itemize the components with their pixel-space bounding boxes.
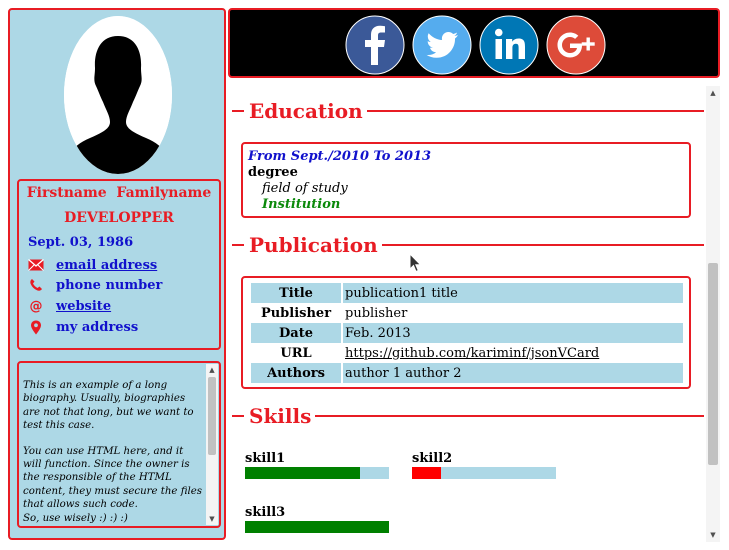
heading-dash <box>232 415 244 417</box>
skill-level-fill <box>245 467 361 479</box>
pub-value: author 1 author 2 <box>343 363 683 383</box>
scroll-thumb[interactable] <box>708 263 718 465</box>
skill-name: skill2 <box>412 451 453 466</box>
profile-sidebar: Firstname Familyname DEVELOPPER Sept. 03… <box>8 8 226 540</box>
skills-heading: Skills <box>232 403 704 429</box>
pub-key: Title <box>251 283 341 303</box>
phone-row[interactable]: phone number <box>28 276 162 294</box>
section-title: Skills <box>249 404 312 428</box>
skill-item: skill1 <box>245 451 391 483</box>
pub-key: Date <box>251 323 341 343</box>
education-heading: Education <box>232 98 704 124</box>
scroll-up-arrow-icon[interactable]: ▲ <box>206 364 218 376</box>
website-row[interactable]: @ website <box>28 297 112 315</box>
skill-name: skill3 <box>245 505 286 520</box>
bio-paragraph: You can use HTML here, and it will funct… <box>23 445 203 511</box>
skill-bar <box>245 521 389 533</box>
table-row: Title publication1 title <box>251 283 683 303</box>
skill-item: skill2 <box>412 451 558 483</box>
table-row: Publisher publisher <box>251 303 683 323</box>
skill-name: skill1 <box>245 451 286 466</box>
heading-rule <box>381 244 704 246</box>
pub-value: https://github.com/kariminf/jsonVCard <box>343 343 683 363</box>
education-degree: degree <box>248 165 298 180</box>
job-title: DEVELOPPER <box>64 210 174 226</box>
pub-key: URL <box>280 345 312 361</box>
address-row[interactable]: my address <box>28 318 138 336</box>
bio-scrollbar[interactable]: ▲ ▼ <box>206 364 218 525</box>
scroll-thumb[interactable] <box>208 377 216 455</box>
education-period: From Sept./2010 To 2013 <box>248 149 432 164</box>
publication-card: Title publication1 title Publisher publi… <box>241 276 691 389</box>
heading-rule <box>366 110 704 112</box>
twitter-button[interactable] <box>412 15 472 75</box>
avatar <box>64 16 172 174</box>
pub-key: Publisher <box>260 305 332 321</box>
pub-value: publisher <box>345 305 408 321</box>
email-link[interactable]: email address <box>56 258 157 273</box>
skill-level-fill <box>245 521 389 533</box>
main-scrollbar[interactable]: ▲ ▼ <box>706 86 720 542</box>
publication-url-link[interactable]: https://github.com/kariminf/jsonVCard <box>345 346 599 361</box>
section-title: Education <box>249 99 363 123</box>
biography-box[interactable]: This is an example of a long biography. … <box>17 361 221 528</box>
pub-value: Feb. 2013 <box>343 323 683 343</box>
scroll-up-arrow-icon[interactable]: ▲ <box>706 86 720 100</box>
mouse-cursor-icon <box>409 253 422 273</box>
email-row[interactable]: email address <box>28 256 157 274</box>
bio-paragraph: So, use wisely :) :) :) <box>23 512 128 524</box>
skill-bar <box>245 467 389 479</box>
heading-rule <box>315 415 704 417</box>
education-institution: Institution <box>262 197 341 212</box>
twitter-icon <box>412 15 472 75</box>
social-bar <box>228 8 720 78</box>
map-pin-icon <box>28 319 44 335</box>
scroll-down-arrow-icon[interactable]: ▼ <box>706 528 720 542</box>
table-row: URL https://github.com/kariminf/jsonVCar… <box>251 343 683 363</box>
contact-card: Firstname Familyname DEVELOPPER Sept. 03… <box>17 179 221 350</box>
at-sign-icon: @ <box>29 298 43 314</box>
phone-icon <box>28 277 44 293</box>
biography-text: This is an example of a long biography. … <box>23 369 203 526</box>
full-name: Firstname Familyname <box>26 185 212 201</box>
google-plus-icon <box>546 15 606 75</box>
pub-key: Authors <box>251 363 341 383</box>
linkedin-icon <box>479 15 539 75</box>
birth-date: Sept. 03, 1986 <box>28 235 134 250</box>
scroll-down-arrow-icon[interactable]: ▼ <box>206 513 218 525</box>
address-text: my address <box>56 319 139 335</box>
linkedin-button[interactable] <box>479 15 539 75</box>
bio-paragraph: This is an example of a long biography. … <box>23 380 194 432</box>
facebook-icon <box>345 15 405 75</box>
table-row: Authors author 1 author 2 <box>251 363 683 383</box>
facebook-button[interactable] <box>345 15 405 75</box>
skill-level-fill <box>412 467 441 479</box>
section-title: Publication <box>249 233 378 257</box>
google-plus-button[interactable] <box>546 15 606 75</box>
website-link[interactable]: website <box>56 299 111 314</box>
table-row: Date Feb. 2013 <box>251 323 683 343</box>
person-silhouette-icon <box>64 16 172 174</box>
heading-dash <box>232 244 244 246</box>
publication-table: Title publication1 title Publisher publi… <box>249 283 685 383</box>
education-field: field of study <box>262 181 348 196</box>
publication-heading: Publication <box>232 232 704 258</box>
skill-bar <box>412 467 556 479</box>
envelope-icon <box>28 257 44 273</box>
education-card: From Sept./2010 To 2013 degree field of … <box>241 142 691 218</box>
pub-value: publication1 title <box>343 283 683 303</box>
heading-dash <box>232 110 244 112</box>
main-content[interactable]: Education From Sept./2010 To 2013 degree… <box>228 86 722 542</box>
skill-item: skill3 <box>245 505 391 537</box>
phone-text: phone number <box>56 277 163 293</box>
